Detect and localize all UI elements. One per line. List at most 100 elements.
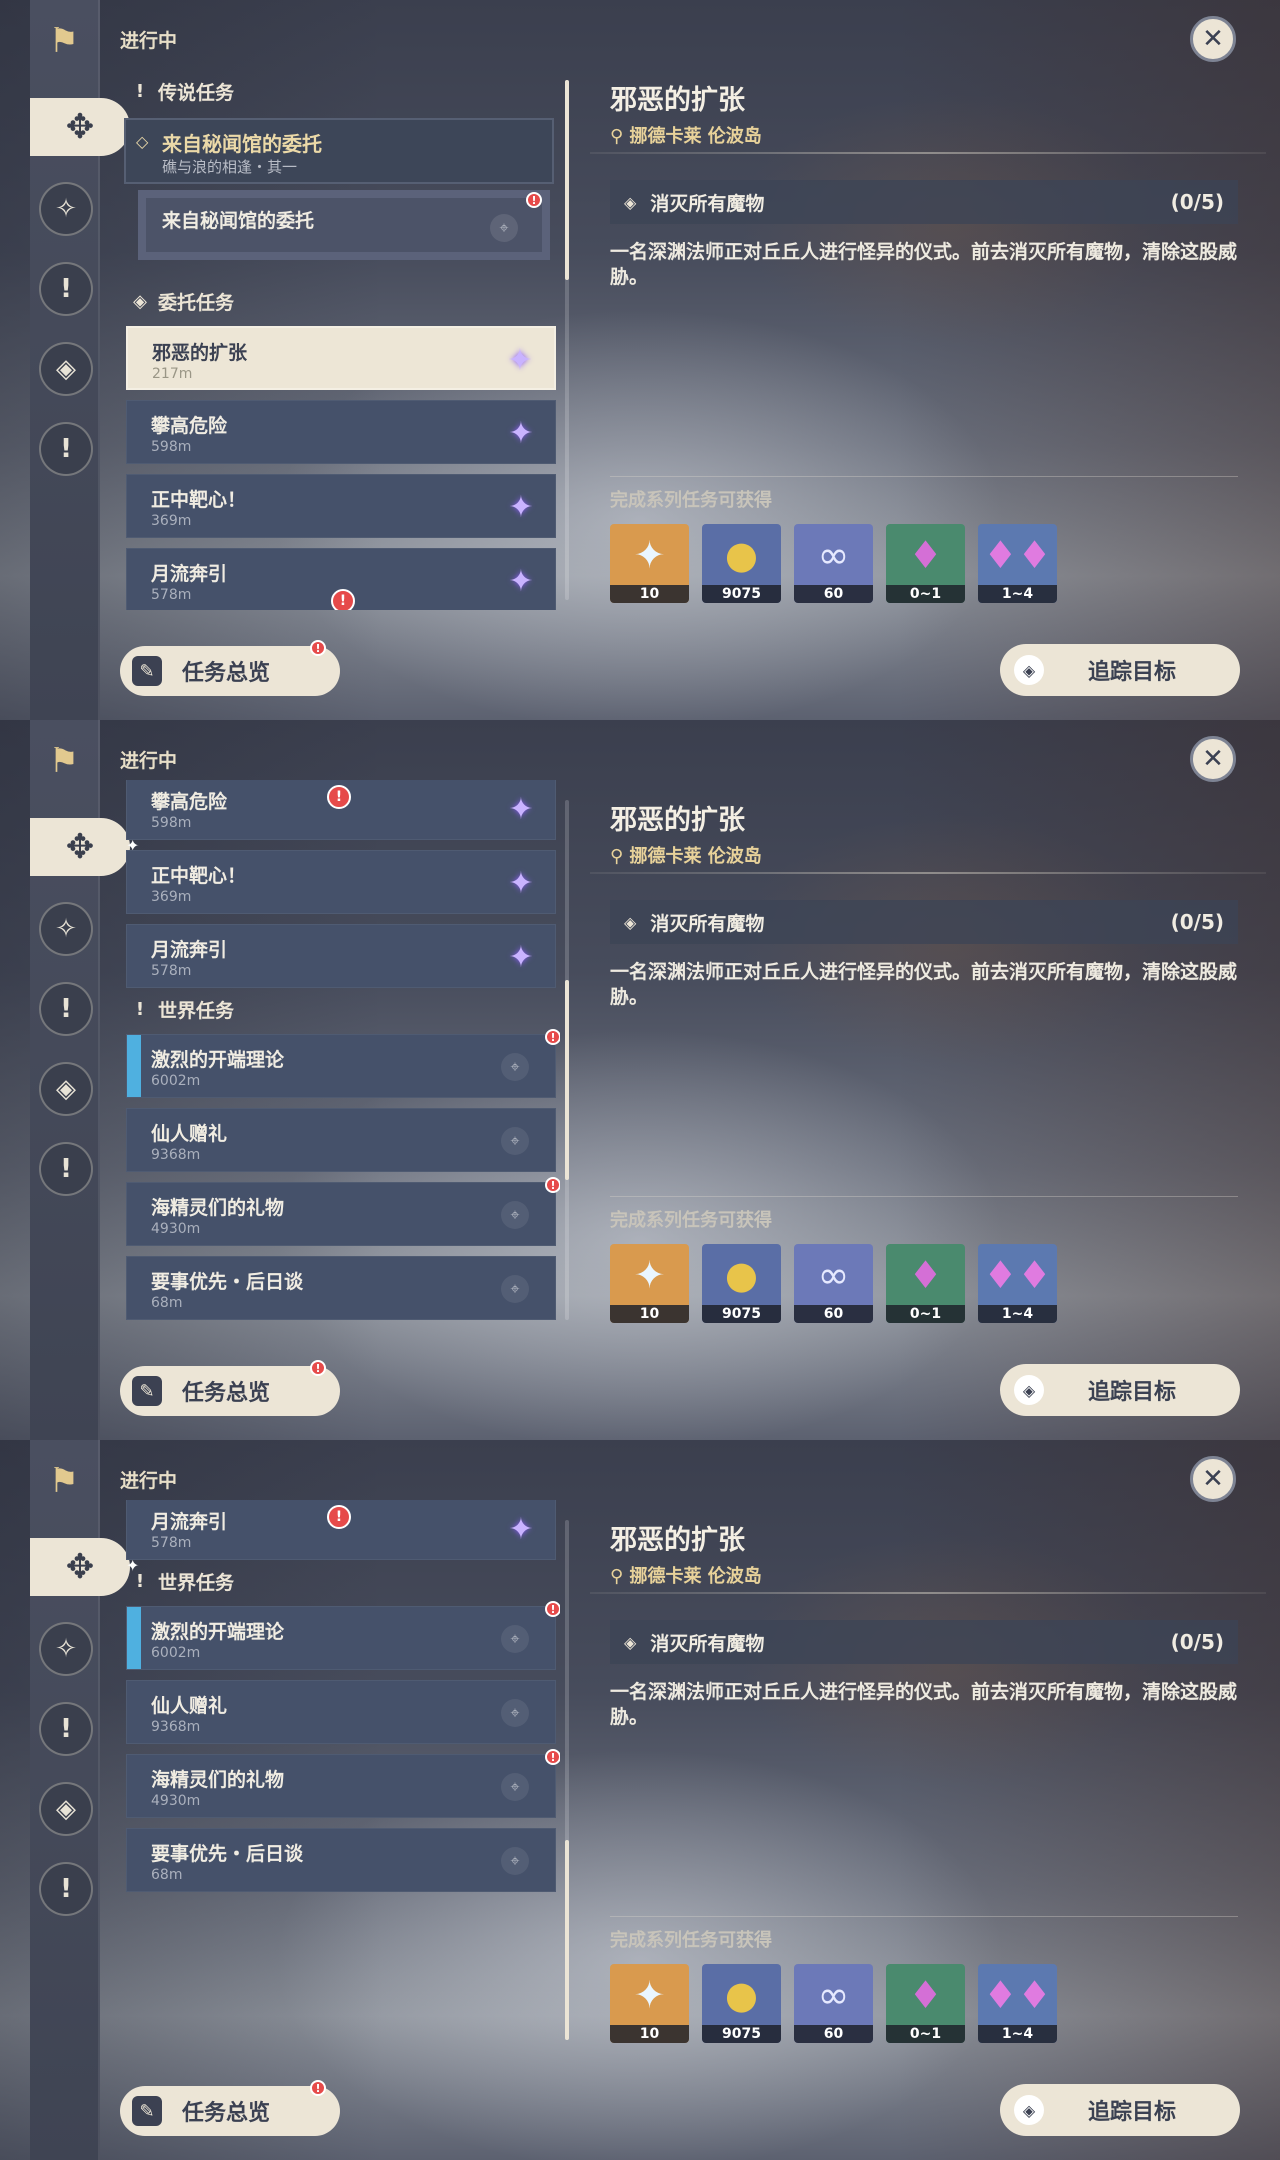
quest-overview-button[interactable]: ✎ 任务总览 ! (120, 640, 340, 696)
sidebar-item-story[interactable]: ! (39, 1702, 93, 1756)
reward-item[interactable]: ● 9075 (702, 1964, 781, 2043)
reward-item[interactable]: ∞ 60 (794, 524, 873, 603)
sidebar-item-archon[interactable]: ✧ (39, 902, 93, 956)
quest-item[interactable]: 月流奔引 578m ✦ ! (126, 1500, 556, 1560)
alert-badge: ! (310, 2080, 326, 2096)
exclamation-icon: ! (60, 274, 72, 304)
reward-item[interactable]: ♦♦ 1~4 (978, 524, 1057, 603)
location-pin-icon[interactable]: ⌖ (501, 1127, 529, 1155)
reward-item[interactable]: ♦♦ 1~4 (978, 1964, 1057, 2043)
sidebar-item-all[interactable]: ✥ (30, 98, 130, 156)
quest-title: 要事优先・后日谈 (151, 1271, 304, 1293)
sidebar-item-commission[interactable]: ◈ (39, 342, 93, 396)
reward-item[interactable]: ♦♦ 1~4 (978, 1244, 1057, 1323)
location-pin-icon[interactable]: ⌖ (501, 1201, 529, 1229)
quest-item[interactable]: 月流奔引 578m ✦ (126, 924, 556, 988)
reward-item[interactable]: ♦ 0~1 (886, 524, 965, 603)
location-pin-icon[interactable]: ⌖ (501, 1773, 529, 1801)
sidebar-item-world[interactable]: ! (39, 422, 93, 476)
reward-qty: 0~1 (886, 585, 965, 603)
quest-distance: 6002m (151, 1073, 201, 1089)
sidebar-item-all[interactable]: ✥ (30, 818, 130, 876)
commission-star-icon: ✦ (508, 1511, 534, 1547)
sidebar-item-commission[interactable]: ◈ (39, 1782, 93, 1836)
quest-item[interactable]: 要事优先・后日谈 68m ⌖ (126, 1256, 556, 1320)
track-target-button[interactable]: ◈ 追踪目标 (1000, 1364, 1240, 1416)
commission-star-icon: ✦ (508, 865, 534, 901)
reward-item[interactable]: ● 9075 (702, 524, 781, 603)
quest-title: 海精灵们的礼物 (151, 1769, 285, 1791)
location-pin-icon[interactable]: ⌖ (501, 1275, 529, 1303)
reward-item[interactable]: ∞ 60 (794, 1244, 873, 1323)
detail-location: ⚲ 挪德卡莱 伦波岛 (610, 1562, 762, 1588)
reward-item[interactable]: ♦ 0~1 (886, 1964, 965, 2043)
quest-item[interactable]: 仙人赠礼 9368m ⌖ (126, 1108, 556, 1172)
quest-item[interactable]: 攀高危险 598m ✦ ! (126, 780, 556, 840)
location-pin-icon[interactable]: ⌖ (501, 1625, 529, 1653)
close-button[interactable]: ✕ (1190, 736, 1236, 782)
quest-list[interactable]: ! 传说任务 ◇ 来自秘闻馆的委托 礁与浪的相逢・其一 来自秘闻馆的委托 ! ⌖ … (120, 60, 560, 610)
sidebar-item-story[interactable]: ! (39, 982, 93, 1036)
quest-item[interactable]: 攀高危险 598m ✦ (126, 400, 556, 464)
reward-item[interactable]: ✦ 10 (610, 524, 689, 603)
alert-badge: ! (545, 1601, 560, 1617)
close-button[interactable]: ✕ (1190, 16, 1236, 62)
scrollbar-thumb[interactable] (565, 1840, 569, 2040)
sidebar-item-world[interactable]: ! (39, 1142, 93, 1196)
location-pin-icon[interactable]: ⌖ (501, 1699, 529, 1727)
sidebar-item-archon[interactable]: ✧ (39, 1622, 93, 1676)
location-pin-icon[interactable]: ⌖ (501, 1053, 529, 1081)
quest-item[interactable]: 正中靶心！ 369m ✦ (126, 850, 556, 914)
quest-overview-button[interactable]: ✎ 任务总览 ! (120, 2080, 340, 2136)
quest-item-selected[interactable]: 邪恶的扩张 217m ✦ (126, 326, 556, 390)
sidebar-item-world[interactable]: ! (39, 1862, 93, 1916)
sidebar-item-commission[interactable]: ◈ (39, 1062, 93, 1116)
quest-item[interactable]: 正中靶心！ 369m ✦ (126, 474, 556, 538)
quest-distance: 217m (152, 366, 193, 382)
sidebar-item-all[interactable]: ✥ (30, 1538, 130, 1596)
commission-icon: ◈ (56, 1794, 76, 1824)
legend-quest-card[interactable]: ◇ 来自秘闻馆的委托 礁与浪的相逢・其一 (124, 118, 554, 184)
location-pin-icon[interactable]: ⌖ (490, 214, 518, 242)
reward-qty: 60 (794, 585, 873, 603)
quest-item[interactable]: 海精灵们的礼物 4930m ⌖ ! (126, 1749, 560, 1818)
section-world-label: 世界任务 (158, 999, 235, 1022)
quest-item[interactable]: 激烈的开端理论 6002m ⌖ ! (126, 1029, 560, 1098)
quest-item[interactable]: 月流奔引 578m ✦ ! (126, 548, 556, 610)
quest-item[interactable]: 海精灵们的礼物 4930m ⌖ ! (126, 1177, 560, 1246)
quest-distance: 4930m (151, 1793, 201, 1809)
scrollbar-thumb[interactable] (565, 80, 569, 280)
quest-flag-icon[interactable]: ⚑ (39, 736, 89, 786)
reward-item[interactable]: ✦ 10 (610, 1964, 689, 2043)
scrollbar[interactable] (565, 80, 569, 600)
quest-item[interactable]: 要事优先・后日谈 68m ⌖ (126, 1828, 556, 1892)
quest-title: 正中靶心！ (151, 865, 247, 887)
quest-flag-icon[interactable]: ⚑ (39, 16, 89, 66)
track-target-button[interactable]: ◈ 追踪目标 (1000, 644, 1240, 696)
quest-item[interactable]: 仙人赠礼 9368m ⌖ (126, 1680, 556, 1744)
quest-item[interactable]: 激烈的开端理论 6002m ⌖ ! (126, 1601, 560, 1670)
scrollbar[interactable] (565, 1520, 569, 2040)
reward-item[interactable]: ● 9075 (702, 1244, 781, 1323)
sidebar-item-archon[interactable]: ✧ (39, 182, 93, 236)
track-target-button[interactable]: ◈ 追踪目标 (1000, 2084, 1240, 2136)
reward-item[interactable]: ✦ 10 (610, 1244, 689, 1323)
reward-item[interactable]: ♦ 0~1 (886, 1244, 965, 1323)
legend-sub-item[interactable]: 来自秘闻馆的委托 ! ⌖ (138, 190, 550, 260)
sidebar-item-story[interactable]: ! (39, 262, 93, 316)
location-pin-icon[interactable]: ⌖ (501, 1847, 529, 1875)
rewards-label: 完成系列任务可获得 (610, 490, 772, 511)
quest-overview-button[interactable]: ✎ 任务总览 ! (120, 1360, 340, 1416)
reward-qty: 0~1 (886, 1305, 965, 1323)
commission-icon: ◈ (56, 354, 76, 384)
quest-list[interactable]: 月流奔引 578m ✦ ! ! 世界任务 激烈的开端理论 6002m ⌖ ! 仙人… (120, 1500, 560, 2050)
scrollbar-thumb[interactable] (565, 980, 569, 1180)
archon-quest-icon: ✧ (55, 1634, 77, 1664)
quest-list[interactable]: 攀高危险 598m ✦ ! 正中靶心！ 369m ✦ 月流奔引 578m ✦ !… (120, 780, 560, 1330)
quest-flag-icon[interactable]: ⚑ (39, 1456, 89, 1506)
rewards-list: ✦ 10 ● 9075 ∞ 60 ♦ 0~1 ♦♦ 1~4 (610, 1244, 1057, 1323)
scrollbar[interactable] (565, 800, 569, 1320)
reward-item[interactable]: ∞ 60 (794, 1964, 873, 2043)
close-button[interactable]: ✕ (1190, 1456, 1236, 1502)
exclamation-icon: ! (135, 998, 145, 1020)
